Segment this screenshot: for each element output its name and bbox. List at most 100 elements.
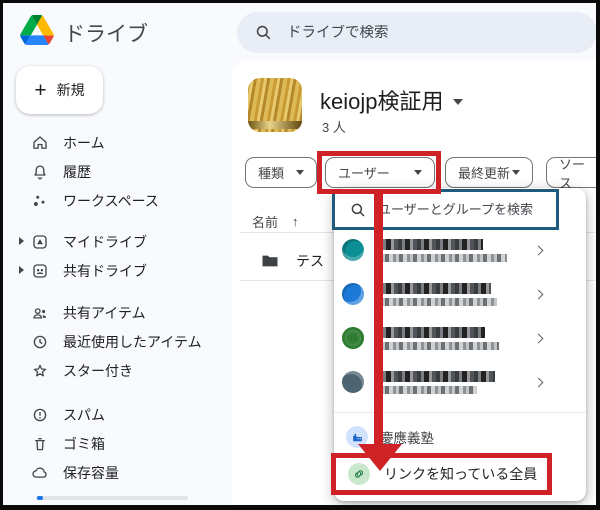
sidebar-item-workspaces[interactable]: ワークスペース: [0, 186, 230, 215]
sidebar-item-label: ホーム: [63, 133, 105, 153]
user-list-item[interactable]: [334, 272, 586, 316]
sidebar-item-label: スパム: [63, 405, 105, 425]
user-list: [334, 228, 586, 404]
user-avatar: [342, 239, 364, 261]
storage-progress-fill: [37, 496, 43, 500]
sidebar-item-label: ワークスペース: [63, 191, 159, 211]
storage-progress-bar: [36, 496, 188, 500]
redacted-user-name: [379, 371, 495, 382]
organization-building-icon: [346, 426, 368, 448]
new-button-label: 新規: [57, 80, 85, 100]
redacted-user-name: [379, 239, 483, 250]
new-button[interactable]: + 新規: [16, 66, 103, 114]
sidebar-item-shared-with-me[interactable]: 共有アイテム: [0, 298, 230, 327]
redacted-user-text: [379, 239, 507, 262]
shared-drive-avatar: [248, 78, 302, 132]
bell-icon: [31, 163, 49, 181]
drive-search-input[interactable]: [287, 25, 547, 41]
sidebar-item-history[interactable]: 履歴: [0, 157, 230, 186]
sidebar-item-shared-drives[interactable]: 共有ドライブ: [0, 256, 230, 285]
expand-caret-icon[interactable]: [19, 266, 24, 274]
chevron-down-icon: [414, 170, 422, 175]
dropdown-divider: [334, 412, 586, 413]
dropdown-search-input[interactable]: [378, 202, 548, 217]
sidebar-item-recent[interactable]: 最近使用したアイテム: [0, 327, 230, 356]
chevron-right-icon[interactable]: [534, 289, 544, 299]
sort-ascending-icon[interactable]: ↑: [292, 214, 299, 229]
file-name: テス: [296, 251, 324, 271]
redacted-user-email: [379, 342, 499, 350]
chevron-down-icon[interactable]: [453, 99, 463, 105]
chip-label: ユーザー: [338, 163, 390, 182]
redacted-user-text: [379, 327, 499, 350]
sidebar-item-spam[interactable]: スパム: [0, 400, 230, 429]
chevron-right-icon[interactable]: [534, 333, 544, 343]
search-icon: [349, 201, 367, 219]
user-avatar: [342, 371, 364, 393]
app-title: ドライブ: [64, 18, 148, 48]
dropdown-search-box[interactable]: [332, 189, 559, 230]
search-icon: [254, 23, 273, 42]
user-list-item[interactable]: [334, 360, 586, 404]
name-header-label: 名前: [252, 212, 278, 231]
clock-icon: [31, 333, 49, 351]
drive-search-bar[interactable]: [237, 12, 597, 53]
sidebar-item-starred[interactable]: スター付き: [0, 356, 230, 385]
my-drive-icon: [31, 233, 49, 251]
chevron-down-icon: [296, 170, 304, 175]
redacted-user-name: [379, 327, 485, 338]
sidebar-item-label: 共有アイテム: [63, 303, 146, 323]
members-count: 3 人: [322, 117, 346, 136]
plus-icon: +: [34, 80, 46, 101]
sidebar-item-storage[interactable]: 保存容量: [0, 458, 230, 487]
google-drive-logo: [20, 15, 54, 45]
sidebar-item-label: 保存容量: [63, 463, 119, 483]
redacted-user-email: [379, 298, 497, 306]
filter-chip-source[interactable]: ソース: [546, 157, 600, 188]
redacted-user-name: [379, 283, 491, 294]
workspaces-icon: [31, 192, 49, 210]
sidebar-nav: ホーム 履歴 ワークスペース マイドライブ 共有ドライブ 共有アイテム 最近: [0, 128, 230, 487]
redacted-user-text: [379, 371, 495, 394]
user-filter-dropdown: 慶應義塾 リンクを知っている全員: [334, 188, 586, 501]
user-list-item[interactable]: [334, 316, 586, 360]
star-icon: [31, 362, 49, 380]
chip-label: 最終更新: [458, 163, 510, 182]
spam-icon: [31, 406, 49, 424]
sidebar-item-label: 最近使用したアイテム: [63, 332, 202, 352]
sidebar-item-label: スター付き: [63, 361, 133, 381]
drive-title-text: keiojp検証用: [320, 84, 443, 116]
user-avatar: [342, 327, 364, 349]
redacted-user-text: [379, 283, 497, 306]
google-drive-window: ドライブ + 新規 ホーム 履歴 ワークスペース マイドライブ: [0, 0, 600, 510]
sidebar-item-my-drive[interactable]: マイドライブ: [0, 227, 230, 256]
cloud-icon: [31, 464, 49, 482]
home-icon: [31, 134, 49, 152]
expand-caret-icon[interactable]: [19, 237, 24, 245]
screenshot-border: [0, 0, 600, 3]
drive-title[interactable]: keiojp検証用: [320, 84, 463, 116]
user-avatar: [342, 283, 364, 305]
organization-item[interactable]: 慶應義塾: [334, 422, 586, 452]
anyone-with-link-label: リンクを知っている全員: [384, 464, 537, 484]
filter-chip-type[interactable]: 種類: [245, 157, 317, 188]
chevron-right-icon[interactable]: [534, 377, 544, 387]
organization-label: 慶應義塾: [380, 427, 434, 447]
folder-icon: [260, 251, 280, 271]
chevron-down-icon: [512, 170, 520, 175]
chevron-right-icon[interactable]: [534, 245, 544, 255]
filter-chip-modified[interactable]: 最終更新: [445, 157, 533, 188]
sidebar-item-home[interactable]: ホーム: [0, 128, 230, 157]
filter-chip-user[interactable]: ユーザー: [325, 157, 435, 188]
name-column-header[interactable]: 名前 ↑: [252, 212, 299, 231]
sidebar-item-label: 共有ドライブ: [63, 261, 147, 281]
link-icon: [348, 463, 370, 485]
anyone-with-link-item[interactable]: リンクを知っている全員: [334, 458, 586, 490]
screenshot-border: [0, 0, 3, 510]
screenshot-border: [596, 0, 600, 510]
sidebar-item-trash[interactable]: ゴミ箱: [0, 429, 230, 458]
sidebar-item-label: ゴミ箱: [63, 434, 105, 454]
user-list-item[interactable]: [334, 228, 586, 272]
redacted-user-email: [379, 386, 477, 394]
sidebar-item-label: 履歴: [63, 162, 91, 182]
